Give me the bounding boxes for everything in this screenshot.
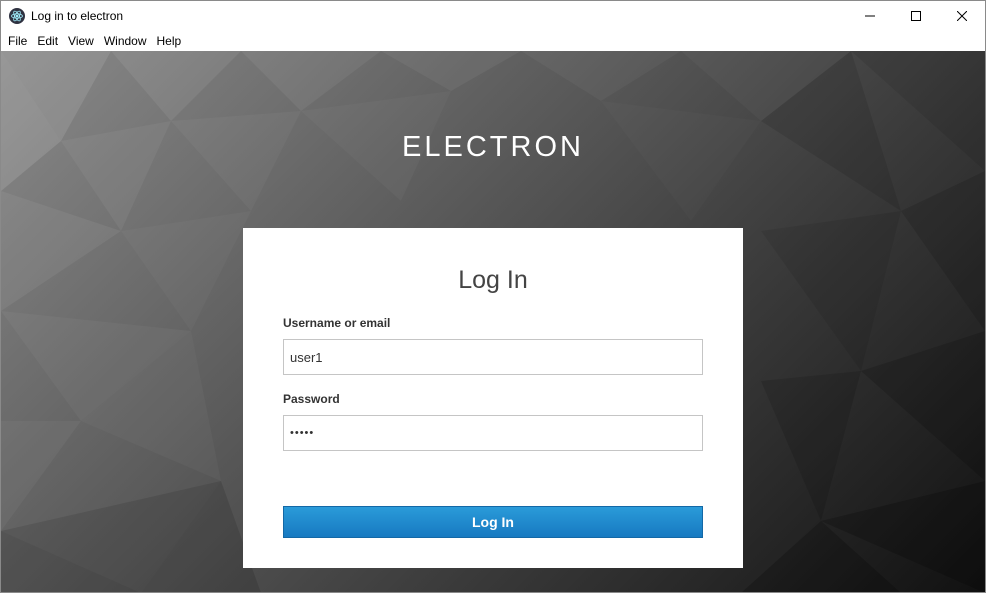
electron-logo-icon — [9, 8, 25, 24]
login-heading: Log In — [458, 266, 528, 294]
minimize-icon — [865, 15, 875, 17]
password-input[interactable]: ••••• — [283, 415, 703, 451]
username-label: Username or email — [283, 316, 391, 330]
window-controls — [847, 1, 985, 31]
window-title: Log in to electron — [31, 9, 124, 23]
login-card: Log In Username or email user1 Password … — [243, 228, 743, 568]
username-value: user1 — [290, 349, 323, 365]
login-page: ELECTRON Log In Username or email user1 … — [1, 51, 985, 592]
maximize-icon — [911, 11, 921, 21]
title-bar[interactable]: Log in to electron — [1, 1, 985, 31]
login-button[interactable]: Log In — [283, 506, 703, 538]
menu-help[interactable]: Help — [152, 31, 187, 51]
maximize-button[interactable] — [893, 1, 939, 31]
minimize-button[interactable] — [847, 1, 893, 31]
menu-edit[interactable]: Edit — [32, 31, 63, 51]
app-window: Log in to electron File Edit View Window… — [0, 0, 986, 593]
username-input[interactable]: user1 — [283, 339, 703, 375]
menu-bar: File Edit View Window Help — [1, 31, 985, 51]
brand-title: ELECTRON — [402, 131, 584, 163]
close-button[interactable] — [939, 1, 985, 31]
menu-window[interactable]: Window — [99, 31, 152, 51]
close-icon — [957, 11, 967, 21]
menu-file[interactable]: File — [3, 31, 32, 51]
menu-view[interactable]: View — [63, 31, 99, 51]
password-value: ••••• — [290, 427, 315, 439]
password-label: Password — [283, 392, 340, 406]
